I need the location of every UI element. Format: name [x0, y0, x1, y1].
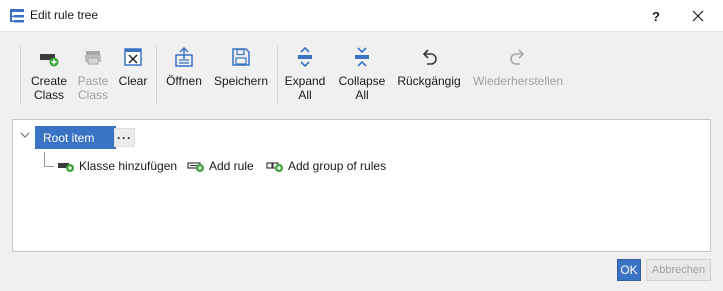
create-class-label-1: Create: [30, 74, 68, 88]
window-title: Edit rule tree: [30, 8, 99, 22]
rule-tree-icon: [10, 9, 24, 23]
add-rule-label: Add rule: [209, 159, 254, 173]
create-class-button[interactable]: Create Class: [27, 42, 71, 106]
paste-class-label-1: Paste: [77, 74, 109, 88]
title-bar: Edit rule tree ?: [0, 0, 723, 32]
close-icon: [692, 10, 704, 22]
add-rule-action[interactable]: Add rule: [187, 157, 254, 175]
clear-icon: [124, 48, 142, 66]
redo-button[interactable]: Wiederherstellen: [472, 42, 564, 106]
ok-button[interactable]: OK: [617, 259, 641, 281]
paste-class-label-2: Class: [77, 88, 108, 102]
expand-all-button[interactable]: Expand All: [283, 42, 327, 106]
redo-icon: [510, 49, 525, 65]
collapse-all-button[interactable]: Collapse All: [334, 42, 390, 106]
tree-connector: [44, 152, 54, 167]
create-class-label-2: Class: [33, 88, 64, 102]
expand-all-label-1: Expand: [284, 74, 326, 88]
help-button[interactable]: ?: [636, 0, 676, 32]
add-group-icon: [266, 162, 283, 172]
toolbar-separator: [156, 46, 157, 104]
collapse-all-label-2: All: [355, 88, 369, 102]
collapse-all-icon: [355, 47, 369, 67]
redo-label: Wiederherstellen: [472, 74, 564, 88]
undo-button[interactable]: Rückgängig: [396, 42, 462, 106]
collapse-all-label-1: Collapse: [338, 74, 386, 88]
add-class-icon: [58, 163, 74, 172]
toolbar-separator: [277, 46, 278, 104]
open-button[interactable]: Öffnen: [162, 42, 206, 106]
toolbar: Create Class Paste Class Clear Öffnen Sp…: [12, 42, 711, 110]
chevron-down-icon[interactable]: [19, 129, 31, 141]
create-class-icon: [40, 54, 59, 67]
save-button[interactable]: Speichern: [211, 42, 271, 106]
add-class-action[interactable]: Klasse hinzufügen: [57, 157, 177, 175]
add-group-label: Add group of rules: [288, 159, 387, 173]
clear-label: Clear: [118, 74, 148, 88]
open-icon: [175, 46, 193, 67]
add-class-label: Klasse hinzufügen: [79, 159, 178, 173]
clear-button[interactable]: Clear: [116, 42, 150, 106]
open-label: Öffnen: [166, 74, 202, 88]
rule-tree-panel: Root item ··· Klasse hinzufügen Add rule…: [12, 119, 711, 252]
paste-class-icon: [85, 51, 101, 65]
cancel-button[interactable]: Abbrechen: [646, 259, 711, 281]
paste-class-button[interactable]: Paste Class: [74, 42, 112, 106]
save-icon: [232, 48, 250, 66]
add-rule-icon: [187, 162, 204, 172]
close-button[interactable]: [678, 0, 718, 32]
root-item[interactable]: Root item: [35, 126, 116, 149]
add-group-action[interactable]: Add group of rules: [266, 157, 386, 175]
expand-all-icon: [298, 46, 312, 68]
root-more-button[interactable]: ···: [114, 128, 135, 147]
toolbar-separator: [20, 46, 21, 104]
save-label: Speichern: [213, 74, 269, 88]
undo-icon: [422, 49, 437, 65]
expand-all-label-2: All: [298, 88, 312, 102]
undo-label: Rückgängig: [397, 74, 461, 88]
